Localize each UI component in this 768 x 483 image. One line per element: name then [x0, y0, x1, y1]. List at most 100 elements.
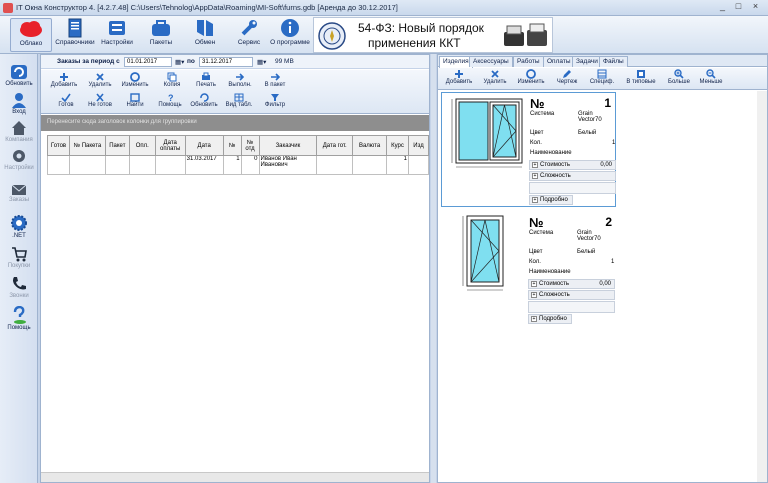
to-typical-button[interactable]: В типовые — [622, 69, 660, 85]
prop-label: Кол. — [530, 140, 542, 146]
filter-button[interactable]: Фильтр — [259, 93, 291, 108]
maximize-button[interactable]: □ — [732, 1, 745, 13]
action-label: Копия — [163, 82, 181, 88]
table-cell[interactable] — [47, 155, 70, 175]
tab-accessories[interactable]: Аксессуары — [469, 56, 513, 67]
close-button[interactable]: × — [749, 1, 762, 13]
table-cell[interactable] — [104, 155, 130, 175]
table-cell[interactable]: 1 — [386, 155, 409, 175]
edit-product-button[interactable]: Изменить — [513, 69, 549, 85]
column-header[interactable]: Заказчик — [258, 135, 318, 156]
table-cell[interactable]: 0 — [240, 155, 260, 175]
complexity-row[interactable]: + Сложность — [528, 290, 615, 300]
help-button[interactable]: ? Помощь — [153, 93, 187, 108]
sidebar-item-company[interactable]: Компания — [0, 120, 38, 143]
packages-button[interactable]: Пакеты — [142, 18, 180, 52]
add-product-button[interactable]: Добавить — [442, 69, 476, 85]
group-hint: Перенесите сюда заголовок колонки для гр… — [47, 119, 197, 125]
column-header[interactable]: Готов — [47, 135, 70, 156]
rtool-label: Специф. — [589, 79, 615, 85]
column-header[interactable]: № отд — [240, 135, 260, 156]
references-button[interactable]: Справочники — [54, 18, 96, 52]
table-cell[interactable] — [154, 155, 186, 175]
execute-button[interactable]: Выполн. — [223, 72, 257, 88]
panel-splitter[interactable] — [431, 54, 436, 483]
sidebar-item-net[interactable]: .NET — [0, 214, 38, 239]
zoom-in-button[interactable]: Больше — [664, 69, 694, 85]
column-header[interactable]: Курс — [386, 135, 409, 156]
column-header[interactable]: Дата — [184, 135, 224, 156]
zoom-out-button[interactable]: Меньше — [696, 69, 726, 85]
sidebar-item-login[interactable]: Вход — [0, 92, 38, 115]
sidebar-item-settings[interactable]: Настройки — [0, 148, 38, 171]
horizontal-scrollbar[interactable] — [41, 472, 429, 482]
column-header[interactable]: № — [222, 135, 242, 156]
find-button[interactable]: Найти — [121, 93, 149, 108]
complexity-row[interactable]: + Сложность — [529, 171, 616, 181]
minimize-button[interactable]: _ — [716, 1, 729, 13]
cloud-button[interactable]: Облако — [10, 18, 52, 52]
refresh-button[interactable]: Обновить — [187, 93, 221, 108]
date-to-field[interactable]: 31.12.2017 — [199, 57, 253, 67]
column-header[interactable]: Изд — [407, 135, 430, 156]
tab-tasks[interactable]: Задачи — [572, 56, 602, 67]
delete-order-button[interactable]: Удалить — [83, 72, 117, 88]
settings-button[interactable]: Настройки — [98, 18, 136, 52]
table-cell[interactable]: 1 — [222, 155, 242, 175]
date-from-field[interactable]: 01.01.2017 — [124, 57, 172, 67]
sidebar-item-orders[interactable]: Заказы — [0, 184, 38, 203]
service-button[interactable]: Сервис — [230, 18, 268, 52]
tab-products[interactable]: Изделия — [439, 56, 473, 68]
sidebar-item-purchases[interactable]: Покупки — [0, 246, 38, 269]
about-button[interactable]: О программе — [268, 18, 312, 52]
delete-product-button[interactable]: Удалить — [478, 69, 512, 85]
calendar-to-icon[interactable]: ▦▾ — [257, 58, 266, 66]
copy-order-button[interactable]: Копия — [155, 72, 189, 88]
group-by-area[interactable]: Перенесите сюда заголовок колонки для гр… — [41, 115, 429, 131]
promo-banner[interactable]: 54-ФЗ: Новый порядок применения ККТ — [313, 17, 553, 53]
column-header[interactable]: № Пакета — [68, 135, 106, 156]
service-label: Сервис — [237, 39, 261, 46]
expand-icon: + — [531, 292, 537, 298]
table-view-button[interactable]: Вид табл. — [221, 93, 257, 108]
column-header[interactable]: Дата гот. — [316, 135, 354, 156]
period-bar: Заказы за период с 01.01.2017 ▦▾ по 31.1… — [41, 55, 429, 69]
table-cell[interactable]: 31.03.2017 — [184, 155, 224, 175]
column-header[interactable]: Дата оплаты — [154, 135, 186, 156]
ready-button[interactable]: Готов — [51, 93, 81, 108]
table-cell[interactable]: Иванов Иван Иванович — [258, 155, 318, 175]
specification-button[interactable]: Специф. — [586, 69, 618, 85]
table-row[interactable]: 31.03.2017 1 0 Иванов Иван Иванович 1 — [47, 155, 430, 175]
table-cell[interactable] — [316, 155, 354, 175]
column-header[interactable]: Опл. — [128, 135, 156, 156]
column-header[interactable]: Пакет — [104, 135, 130, 156]
tab-works[interactable]: Работы — [513, 56, 544, 67]
cost-value: 0,00 — [599, 281, 611, 287]
details-row[interactable]: + Подробно — [528, 314, 572, 324]
details-row[interactable]: + Подробно — [529, 195, 573, 205]
cost-row[interactable]: + Стоимость 0,00 — [529, 160, 616, 170]
calendar-from-icon[interactable]: ▦▾ — [175, 58, 184, 66]
table-cell[interactable] — [407, 155, 430, 175]
drawing-button[interactable]: Чертеж — [552, 69, 582, 85]
cost-row[interactable]: + Стоимость 0,00 — [528, 279, 615, 289]
to-package-button[interactable]: В пакет — [257, 72, 293, 88]
sidebar-item-help[interactable]: Помощь — [0, 306, 38, 331]
product-card[interactable]: № 1 Система Grain Vector70 Цвет Белый Ко… — [441, 92, 616, 207]
column-header[interactable]: Валюта — [352, 135, 388, 156]
tab-files[interactable]: Файлы — [599, 56, 628, 67]
edit-order-button[interactable]: Изменить — [117, 72, 153, 88]
sidebar-item-calls[interactable]: Звонки — [0, 276, 38, 299]
rtool-label: Добавить — [445, 79, 473, 85]
table-cell[interactable] — [68, 155, 106, 175]
table-cell[interactable] — [352, 155, 388, 175]
add-order-button[interactable]: Добавить — [47, 72, 81, 88]
vertical-scrollbar[interactable] — [757, 91, 767, 482]
sidebar-item-refresh[interactable]: Обновить — [0, 64, 38, 87]
exchange-button[interactable]: Обмен — [186, 18, 224, 52]
not-ready-button[interactable]: Не готов — [83, 93, 117, 108]
table-cell[interactable] — [128, 155, 156, 175]
tab-payments[interactable]: Оплаты — [543, 56, 575, 67]
print-button[interactable]: Печать — [189, 72, 223, 88]
product-card[interactable]: № 2 Система Grain Vector70 Цвет Белый Ко… — [441, 212, 616, 327]
